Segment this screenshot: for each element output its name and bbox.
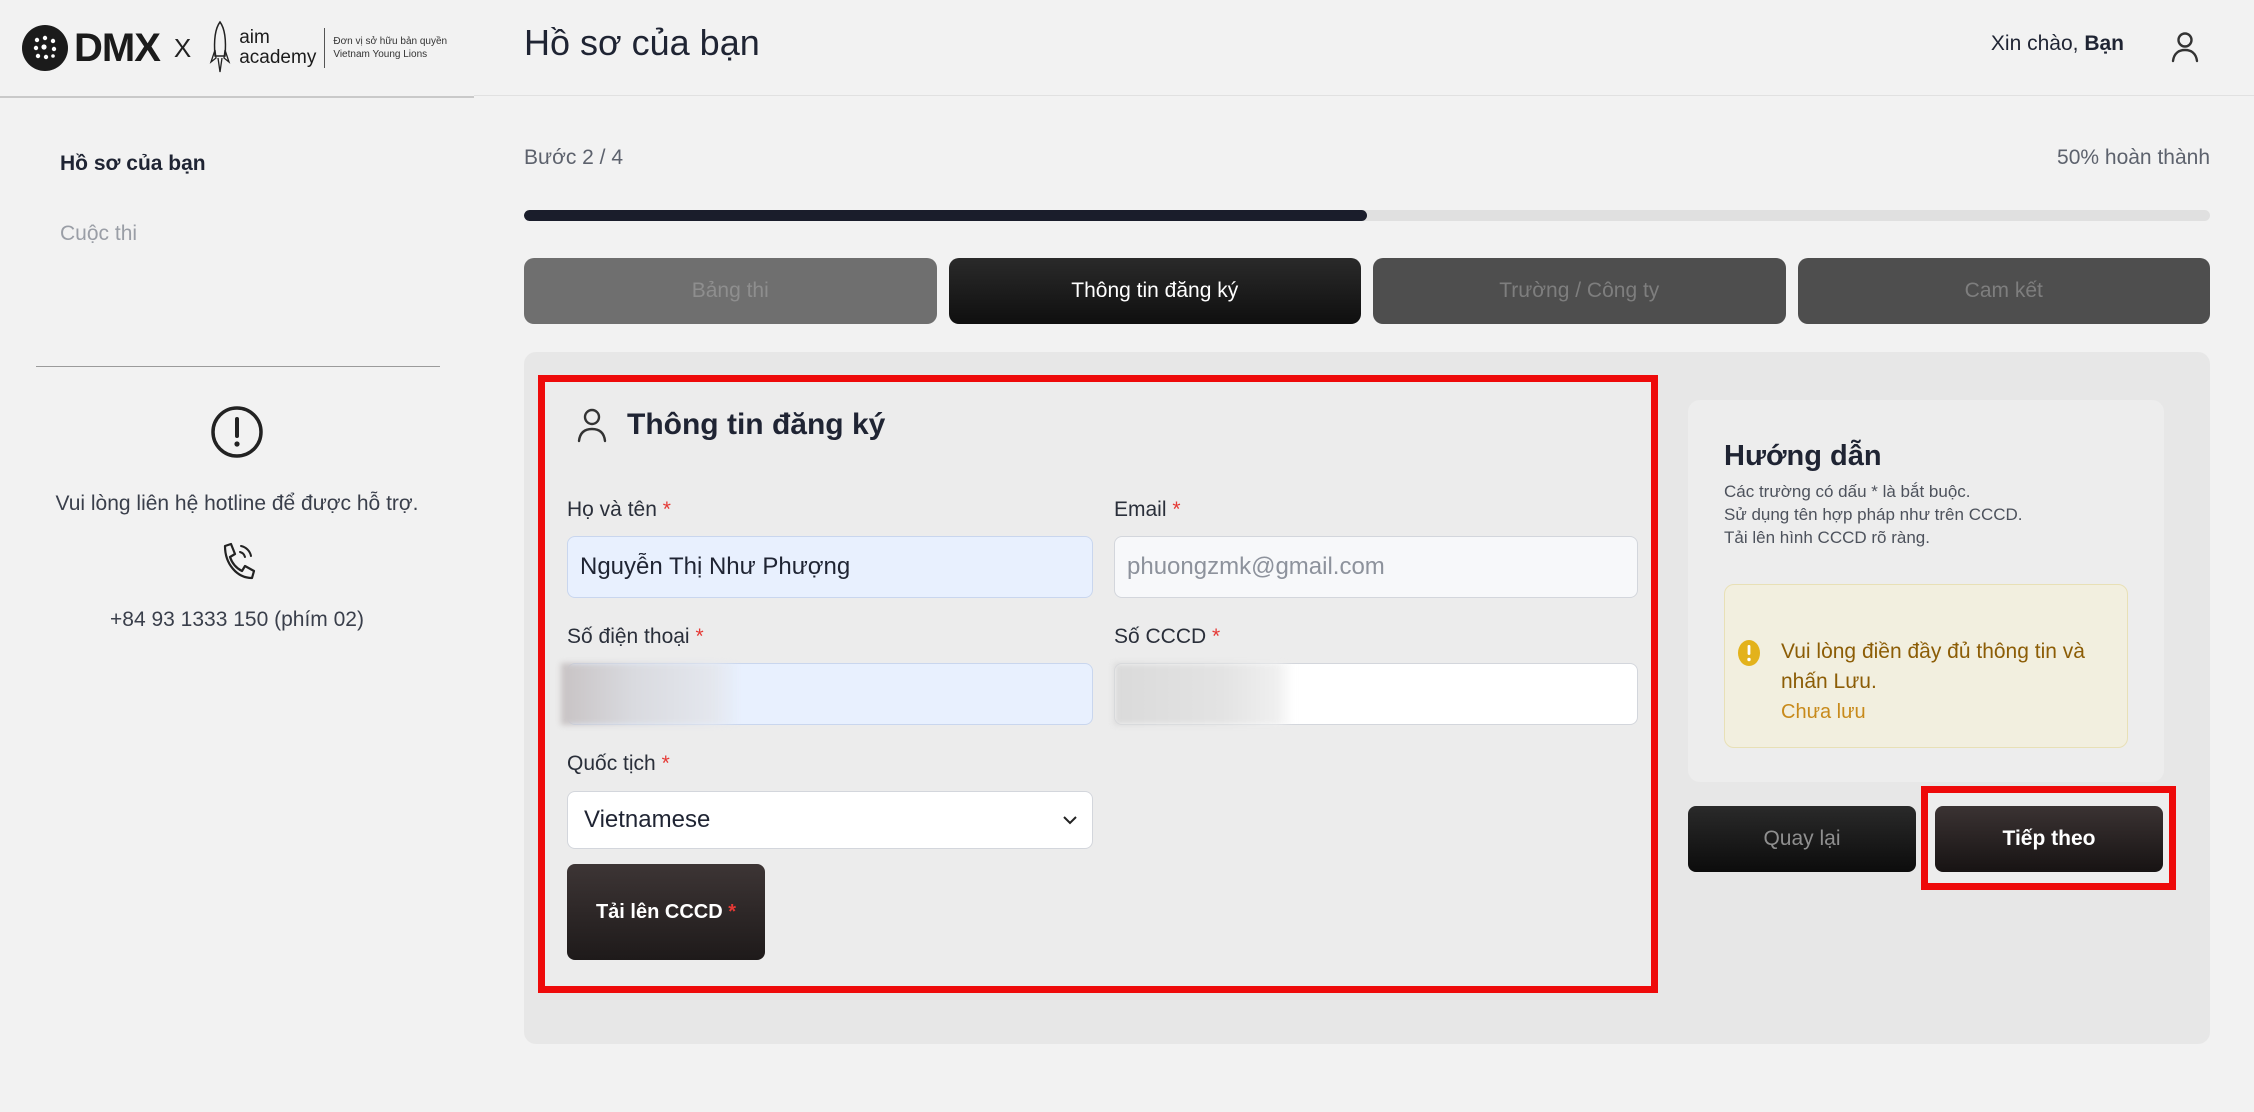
rocket-icon (209, 20, 231, 73)
upload-cccd-button[interactable]: Tải lên CCCD * (567, 864, 765, 960)
full-name-label: Họ và tên * (567, 498, 671, 522)
guide-line: Các trường có dấu * là bắt buộc. (1724, 482, 1971, 501)
aim-subtitle: Đơn vị sở hữu bản quyền Vietnam Young Li… (333, 35, 447, 61)
form-header: Thông tin đăng ký (575, 406, 885, 444)
tab-exam-board[interactable]: Bảng thi (524, 258, 937, 324)
warning-box: Vui lòng điền đầy đủ thông tin và nhấn L… (1724, 584, 2128, 748)
guide-line: Tải lên hình CCCD rõ ràng. (1724, 528, 1930, 547)
greeting-name: Bạn (2084, 32, 2124, 55)
full-name-input[interactable] (567, 536, 1093, 598)
email-label-text: Email (1114, 498, 1167, 521)
nationality-label: Quốc tịch * (567, 752, 670, 776)
required-mark: * (695, 625, 704, 648)
phone-input[interactable] (567, 663, 1093, 725)
guide-title: Hướng dẫn (1724, 440, 1882, 472)
cccd-input[interactable] (1114, 663, 1638, 725)
required-mark: * (728, 900, 737, 923)
step-indicator: Bước 2 / 4 (524, 146, 624, 169)
phone-label-text: Số điện thoại (567, 625, 690, 648)
registration-form-card: Thông tin đăng ký Họ và tên * Email * Số… (538, 375, 1658, 993)
warning-icon (1738, 640, 1760, 666)
dmx-mark-icon (22, 25, 68, 71)
page-title: Hồ sơ của bạn (524, 22, 760, 63)
progress-bar-fill (524, 210, 1367, 221)
full-name-label-text: Họ và tên (567, 498, 657, 521)
tab-commitment[interactable]: Cam kết (1797, 258, 2210, 324)
nationality-select[interactable]: Vietnamese (567, 791, 1093, 849)
alert-circle-icon (211, 406, 263, 458)
guide-card: Hướng dẫn Các trường có dấu * là bắt buộ… (1688, 400, 2164, 782)
phone-call-icon (223, 542, 256, 580)
sidebar-nav: Hồ sơ của bạn Cuộc thi (60, 152, 206, 292)
dmx-wordmark: DMX (74, 25, 161, 70)
warning-message: Vui lòng điền đầy đủ thông tin và nhấn L… (1781, 640, 2085, 693)
tab-registration-info[interactable]: Thông tin đăng ký (948, 258, 1361, 324)
greeting-prefix: Xin chào, (1990, 32, 2079, 55)
brand-divider (324, 28, 326, 68)
hotline-number[interactable]: +84 93 1333 150 (phím 02) (0, 608, 474, 632)
cccd-label: Số CCCD * (1114, 625, 1220, 649)
completion-label: 50% hoàn thành (2057, 146, 2210, 169)
sidebar-item-contest[interactable]: Cuộc thi (60, 222, 206, 246)
top-header: Hồ sơ của bạn Xin chào, Bạn (474, 0, 2254, 96)
next-button-highlight: Tiếp theo (1921, 786, 2176, 890)
phone-label: Số điện thoại * (567, 625, 704, 649)
required-mark: * (1172, 498, 1181, 521)
progress-bar (524, 210, 2210, 221)
guide-instructions: Các trường có dấu * là bắt buộc. Sử dụng… (1724, 480, 2023, 549)
nationality-label-text: Quốc tịch (567, 752, 656, 775)
guide-line: Sử dụng tên hợp pháp như trên CCCD. (1724, 505, 2023, 524)
required-mark: * (661, 752, 670, 775)
nationality-selected-value: Vietnamese (584, 806, 711, 833)
chevron-down-icon (1063, 816, 1077, 825)
upload-cccd-label: Tải lên CCCD (595, 900, 723, 923)
sidebar-item-profile[interactable]: Hồ sơ của bạn (60, 152, 206, 176)
tab-school-company[interactable]: Trường / Công ty (1373, 258, 1786, 324)
save-status: Chưa lưu (1781, 701, 1866, 723)
aim-subtitle-line1: Đơn vị sở hữu bản quyền (333, 36, 448, 47)
required-mark: * (1212, 625, 1221, 648)
brand-bar: DMX X aim academy Đơn vị sở hữu bản quyề… (0, 0, 474, 98)
aim-wordmark: aim academy (239, 28, 316, 68)
greeting: Xin chào, Bạn (1991, 32, 2124, 56)
academy-word: academy (239, 47, 317, 68)
aim-subtitle-line2: Vietnam Young Lions (333, 49, 428, 60)
sidebar-divider (36, 366, 440, 367)
brand-separator: X (173, 32, 192, 63)
next-button[interactable]: Tiếp theo (1935, 806, 2163, 872)
cccd-label-text: Số CCCD (1114, 625, 1207, 648)
form-title: Thông tin đăng ký (627, 408, 886, 441)
user-icon (577, 408, 607, 443)
dmx-logo[interactable]: DMX (22, 25, 161, 71)
back-button[interactable]: Quay lại (1688, 806, 1916, 872)
step-tabs: Bảng thi Thông tin đăng ký Trường / Công… (524, 258, 2210, 324)
aim-word: aim (239, 27, 270, 48)
support-section: Vui lòng liên hệ hotline để được hỗ trợ.… (0, 404, 474, 632)
required-mark: * (662, 498, 671, 521)
email-label: Email * (1114, 498, 1181, 522)
user-account-icon[interactable] (2166, 28, 2204, 66)
aim-academy-logo[interactable]: aim academy Đơn vị sở hữu bản quyền Viet… (209, 20, 447, 76)
support-text: Vui lòng liên hệ hotline để được hỗ trợ. (55, 492, 419, 515)
sidebar: DMX X aim academy Đơn vị sở hữu bản quyề… (0, 0, 474, 1112)
email-input[interactable] (1114, 536, 1638, 598)
